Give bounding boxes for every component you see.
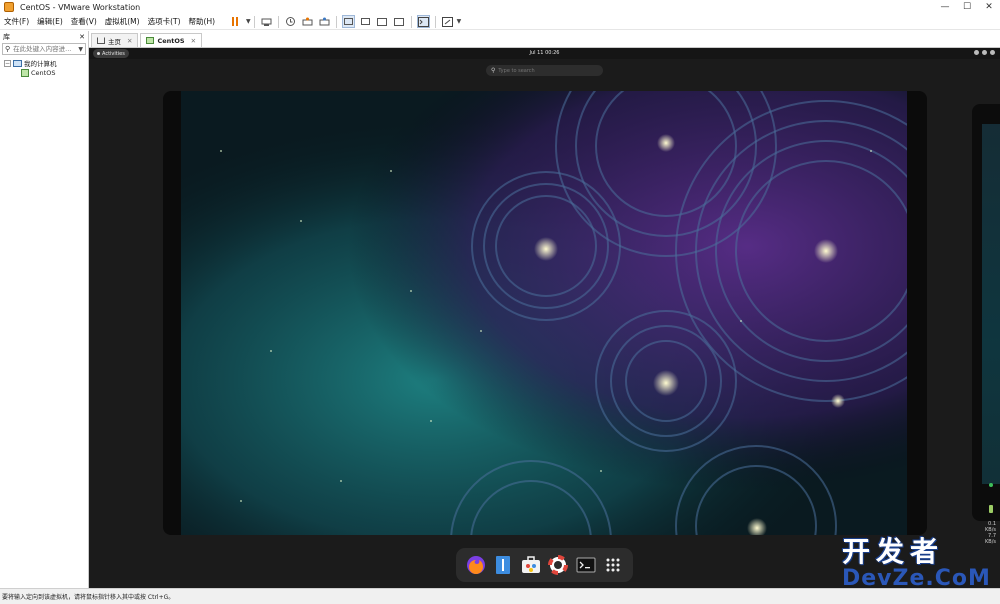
dash xyxy=(456,548,633,582)
menu-tabs[interactable]: 选项卡(T) xyxy=(144,16,185,27)
toolbar-divider xyxy=(277,15,279,28)
search-icon: ⚲ xyxy=(491,67,496,74)
help-icon[interactable] xyxy=(546,553,570,577)
send-ctrl-alt-del-icon[interactable] xyxy=(260,15,273,28)
clock[interactable]: Jul 11 00:26 xyxy=(89,49,1000,58)
collapse-icon[interactable]: − xyxy=(4,59,11,67)
window-titlebar: CentOS - VMware Workstation — ☐ ✕ xyxy=(0,0,1000,14)
snapshot-icon[interactable] xyxy=(284,15,297,28)
watermark-cn: 开发者 xyxy=(842,535,945,568)
vm-console[interactable]: Activities Jul 11 00:26 ⚲ Type to search… xyxy=(89,48,1000,588)
revert-snapshot-icon[interactable] xyxy=(301,15,314,28)
toolbar-divider xyxy=(253,15,255,28)
tree-item-centos[interactable]: CentOS xyxy=(0,68,88,78)
computer-icon xyxy=(13,59,22,67)
watermark-en: DevZe.CoM xyxy=(842,566,991,591)
volume-icon xyxy=(982,50,987,55)
home-icon xyxy=(97,37,105,44)
show-library-icon[interactable] xyxy=(341,15,355,28)
search-dropdown-icon[interactable]: ▼ xyxy=(78,46,83,53)
library-search[interactable]: ⚲ ▼ xyxy=(2,43,86,55)
toolbar-divider xyxy=(434,15,436,28)
stretch-dropdown-icon[interactable]: ▼ xyxy=(457,18,462,25)
status-message: 要将输入定向到该虚拟机，请将鼠标指针移入其中或按 Ctrl+G。 xyxy=(2,594,175,601)
close-tab-icon[interactable]: ✕ xyxy=(127,37,132,45)
menu-vm[interactable]: 虚拟机(M) xyxy=(101,16,144,27)
minimize-button[interactable]: — xyxy=(934,0,956,14)
tab-bar: 主页 ✕ CentOS ✕ xyxy=(89,31,1000,48)
network-icon xyxy=(974,50,979,55)
library-header: 库 ✕ xyxy=(0,31,88,42)
tab-home[interactable]: 主页 ✕ xyxy=(91,33,139,47)
wallpaper-image xyxy=(181,91,907,535)
system-tray[interactable] xyxy=(974,50,995,55)
overview-search-input[interactable] xyxy=(498,67,589,74)
tree-label: 我的计算机 xyxy=(24,60,57,68)
library-title: 库 xyxy=(3,32,10,41)
vmware-logo-icon xyxy=(4,2,14,12)
menu-edit[interactable]: 编辑(E) xyxy=(33,16,67,27)
text-editor-icon[interactable] xyxy=(491,553,515,577)
tree-item-my-computer[interactable]: − 我的计算机 xyxy=(0,58,88,68)
battery-icon xyxy=(989,505,993,513)
toolbar: ▼ ▼ xyxy=(225,15,461,28)
window-title: CentOS - VMware Workstation xyxy=(20,2,141,12)
status-led-icon xyxy=(989,483,993,487)
close-library-button[interactable]: ✕ xyxy=(79,33,85,41)
terminal-icon[interactable] xyxy=(574,553,598,577)
vm-icon xyxy=(146,37,155,44)
library-tree: − 我的计算机 CentOS xyxy=(0,58,88,78)
menu-help[interactable]: 帮助(H) xyxy=(185,16,220,27)
tab-label: CentOS xyxy=(157,36,185,45)
library-search-input[interactable] xyxy=(13,45,74,53)
toolbar-divider xyxy=(335,15,337,28)
close-tab-icon[interactable]: ✕ xyxy=(191,37,196,45)
close-window-button[interactable]: ✕ xyxy=(978,0,1000,14)
vm-icon xyxy=(21,69,29,77)
menu-bar: 文件(F) 编辑(E) 查看(V) 虚拟机(M) 选项卡(T) 帮助(H) ▼ xyxy=(0,14,1000,30)
search-icon: ⚲ xyxy=(5,45,11,53)
software-icon[interactable] xyxy=(519,553,543,577)
thumbnail-bar-icon[interactable] xyxy=(359,15,372,28)
watermark-logo: 开发者 DevZe.CoM xyxy=(842,537,996,599)
workspace-thumbnail[interactable] xyxy=(163,91,927,535)
overview-search[interactable]: ⚲ xyxy=(486,65,603,76)
window-controls: — ☐ ✕ xyxy=(934,0,1000,14)
toolbar-divider xyxy=(410,15,412,28)
menu-file[interactable]: 文件(F) xyxy=(0,16,33,27)
maximize-button[interactable]: ☐ xyxy=(956,0,978,14)
wallpaper-preview xyxy=(982,124,1000,484)
firefox-icon[interactable] xyxy=(464,553,488,577)
pause-icon[interactable] xyxy=(227,15,243,28)
tree-label: CentOS xyxy=(31,69,56,77)
menu-view[interactable]: 查看(V) xyxy=(67,16,101,27)
power-icon xyxy=(990,50,995,55)
app-grid-icon[interactable] xyxy=(601,553,625,577)
console-view-icon[interactable] xyxy=(416,15,430,28)
tab-centos[interactable]: CentOS ✕ xyxy=(140,33,203,47)
tab-label: 主页 xyxy=(108,37,121,46)
manage-snapshots-icon[interactable] xyxy=(318,15,331,28)
gnome-top-bar: Activities Jul 11 00:26 xyxy=(89,48,1000,59)
fit-guest-icon[interactable] xyxy=(376,15,389,28)
next-workspace-thumbnail[interactable] xyxy=(972,104,1000,521)
fullscreen-icon[interactable] xyxy=(393,15,406,28)
library-panel: 库 ✕ ⚲ ▼ − 我的计算机 CentOS xyxy=(0,31,89,588)
stretch-guest-icon[interactable] xyxy=(441,15,454,28)
pause-dropdown-icon[interactable]: ▼ xyxy=(246,18,251,25)
